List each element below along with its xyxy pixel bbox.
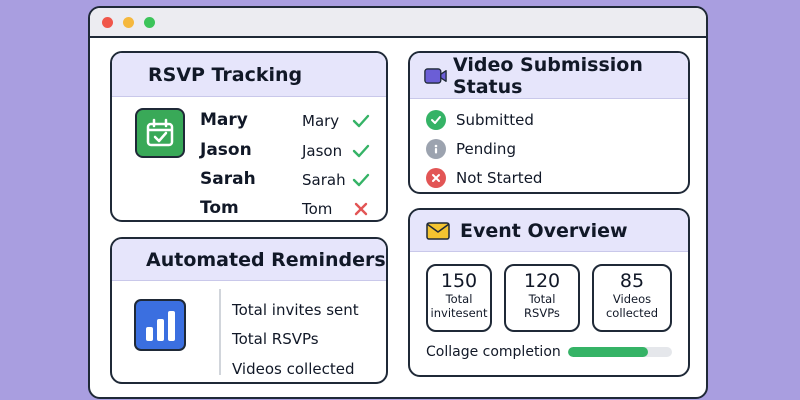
check-circle-icon <box>426 110 446 130</box>
status-label: Not Started <box>456 169 543 187</box>
rsvp-guest-name: Sarah <box>200 169 256 189</box>
stat-total-rsvps: 120 Total RSVPs <box>504 264 580 332</box>
status-not-started: Not Started <box>426 167 542 189</box>
stat-label: Total <box>445 292 473 306</box>
automated-reminders-card: Automated Reminders Total invites sent T… <box>110 237 388 384</box>
rsvp-guest-name: Tom <box>200 198 239 218</box>
rsvp-row: Tom Tom <box>200 198 380 220</box>
rsvp-response-name: Sarah <box>302 171 346 189</box>
info-circle-icon <box>426 139 446 159</box>
bar-chart-icon <box>134 299 186 351</box>
cross-icon <box>354 202 368 216</box>
status-label: Submitted <box>456 111 534 129</box>
stat-total-invites: 150 Total invitesent <box>426 264 492 332</box>
rsvp-row: Mary Mary <box>200 110 380 139</box>
app-window: RSVP Tracking Mary Mary Jason Jason Sara… <box>88 6 708 399</box>
title-bar <box>90 8 706 38</box>
event-card-header: Event Overview <box>410 210 688 252</box>
stat-value: 150 <box>440 270 478 292</box>
x-circle-icon <box>426 168 446 188</box>
event-overview-card: Event Overview 150 Total invitesent 120 … <box>408 208 690 377</box>
rsvp-guest-name: Mary <box>200 110 248 130</box>
status-label: Pending <box>456 140 516 158</box>
rsvp-card-header: RSVP Tracking <box>112 53 386 97</box>
rsvp-guest-name: Jason <box>200 140 252 160</box>
stat-label: Total <box>528 292 556 306</box>
reminders-card-title: Automated Reminders <box>146 248 386 271</box>
reminder-item: Videos collected <box>232 360 355 378</box>
check-icon <box>352 173 370 187</box>
envelope-icon <box>426 221 450 240</box>
status-pending: Pending <box>426 138 516 160</box>
reminder-item: Total invites sent <box>232 301 359 319</box>
stat-label: Videos <box>612 292 652 306</box>
stat-value: 85 <box>619 270 645 292</box>
stat-label: collected <box>605 306 659 320</box>
video-card-title: Video Submission Status <box>452 53 643 98</box>
video-camera-icon <box>424 67 447 84</box>
calendar-check-icon <box>135 108 185 158</box>
rsvp-response-name: Mary <box>302 112 340 130</box>
reminder-item: Total RSVPs <box>232 330 319 348</box>
status-submitted: Submitted <box>426 109 534 131</box>
reminders-divider <box>219 289 221 375</box>
video-card-header: Video Submission Status <box>410 53 688 99</box>
minimize-button[interactable] <box>123 16 134 28</box>
stat-value: 120 <box>523 270 561 292</box>
collage-progress-bar <box>568 347 672 357</box>
rsvp-response-name: Jason <box>302 142 343 160</box>
video-submission-card: Video Submission Status Submitted Pendin… <box>408 51 690 194</box>
stat-label: RSVPs <box>524 306 560 320</box>
reminders-card-header: Automated Reminders <box>112 239 386 281</box>
check-icon <box>352 114 370 128</box>
rsvp-card-title: RSVP Tracking <box>148 63 303 86</box>
check-icon <box>352 144 370 158</box>
maximize-button[interactable] <box>144 16 155 28</box>
stat-videos-collected: 85 Videos collected <box>592 264 672 332</box>
rsvp-row: Sarah Sarah <box>200 169 380 198</box>
collage-progress-fill <box>568 347 649 357</box>
collage-completion-label: Collage completion <box>426 344 561 360</box>
rsvp-response-name: Tom <box>302 200 333 218</box>
close-button[interactable] <box>102 16 113 28</box>
event-card-title: Event Overview <box>460 219 628 242</box>
rsvp-row: Jason Jason <box>200 140 380 169</box>
rsvp-tracking-card: RSVP Tracking Mary Mary Jason Jason Sara… <box>110 51 388 222</box>
stat-label: invitesent <box>430 306 488 320</box>
